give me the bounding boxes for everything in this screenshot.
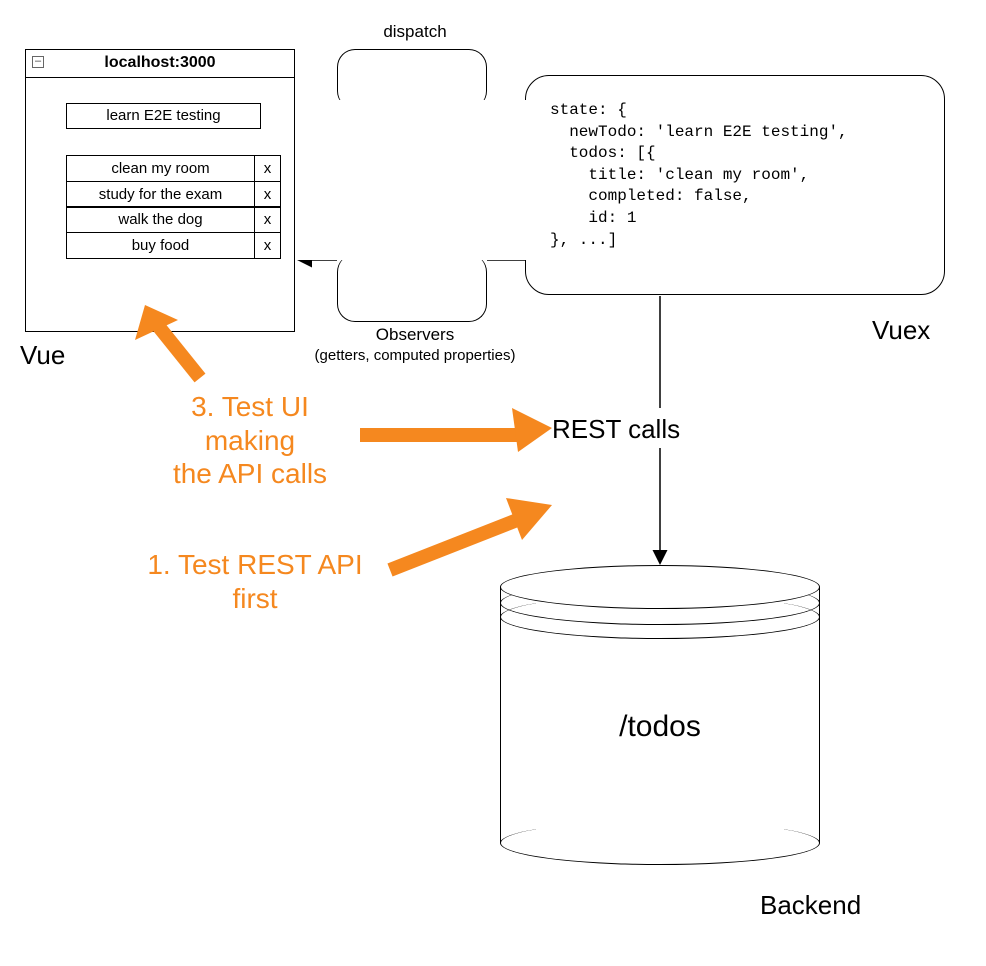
backend-database: /todos	[500, 565, 820, 865]
rest-calls-label: REST calls	[552, 414, 680, 445]
vue-browser-window: – localhost:3000 learn E2E testing clean…	[25, 49, 295, 332]
observers-flow-shape	[337, 254, 487, 322]
todo-title: walk the dog	[67, 207, 254, 232]
delete-todo-button[interactable]: x	[254, 182, 280, 207]
browser-title: localhost:3000	[26, 54, 294, 72]
dispatch-label: dispatch	[380, 22, 450, 42]
todo-list: clean my room x study for the exam x wal…	[66, 155, 281, 259]
todo-row: walk the dog x	[66, 206, 281, 233]
todo-title: study for the exam	[67, 182, 254, 207]
browser-header: – localhost:3000	[26, 50, 294, 78]
todo-row: clean my room x	[66, 155, 281, 182]
observers-sub: (getters, computed properties)	[315, 347, 516, 364]
delete-todo-button[interactable]: x	[254, 156, 280, 181]
todo-row: study for the exam x	[66, 181, 281, 208]
new-todo-input[interactable]: learn E2E testing	[66, 103, 261, 129]
todo-title: clean my room	[67, 156, 254, 181]
arrow-step3-right-icon	[360, 408, 552, 452]
vuex-label: Vuex	[872, 315, 930, 346]
backend-label: Backend	[760, 890, 861, 921]
delete-todo-button[interactable]: x	[254, 233, 280, 258]
vuex-state-box: state: { newTodo: 'learn E2E testing', t…	[525, 75, 945, 295]
observers-title: Observers	[376, 325, 454, 344]
database-endpoint-label: /todos	[500, 710, 820, 744]
todo-row: buy food x	[66, 232, 281, 259]
vuex-code: state: { newTodo: 'learn E2E testing', t…	[550, 100, 920, 251]
annotation-step1: 1. Test REST APIfirst	[125, 548, 385, 615]
arrow-step1-icon	[390, 498, 552, 570]
todo-title: buy food	[67, 233, 254, 258]
delete-todo-button[interactable]: x	[254, 207, 280, 232]
observers-label: Observers (getters, computed properties)	[310, 325, 520, 365]
annotation-step3: 3. Test UImakingthe API calls	[140, 390, 360, 491]
vue-label: Vue	[20, 340, 65, 371]
flow-mask	[296, 100, 528, 260]
